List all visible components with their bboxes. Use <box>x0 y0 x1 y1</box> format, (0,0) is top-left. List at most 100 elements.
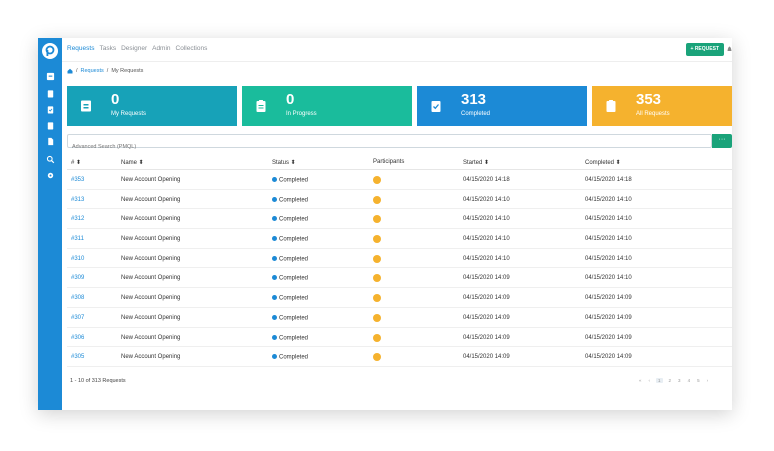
request-name: New Account Opening <box>121 196 181 203</box>
request-id-link[interactable]: #307 <box>71 315 84 321</box>
app-window: Requests Tasks Designer Admin Collection… <box>38 38 732 410</box>
col-name-header[interactable]: Name ⬍ <box>121 159 144 166</box>
status-cell: Completed <box>272 314 308 321</box>
card-count: 0 <box>111 91 120 108</box>
status-text: Completed <box>279 177 309 184</box>
pager-item[interactable]: 1 <box>656 378 663 383</box>
request-name: New Account Opening <box>121 334 181 341</box>
col-completed-header[interactable]: Completed ⬍ <box>585 159 621 166</box>
participant-avatar[interactable] <box>373 353 381 362</box>
table-row[interactable]: #353 New Account Opening Completed 04/15/20… <box>67 170 732 190</box>
card-all-requests[interactable]: 353 All Requests <box>592 86 732 126</box>
gear-icon[interactable] <box>45 170 55 180</box>
participant-avatar[interactable] <box>373 235 381 244</box>
new-request-button[interactable]: + REQUEST <box>685 43 724 56</box>
pagination: « ‹ 1 2 3 4 5 › <box>638 378 709 383</box>
nav-designer[interactable]: Designer <box>121 45 147 52</box>
home-icon[interactable] <box>67 68 73 74</box>
pager-item[interactable]: 2 <box>668 378 673 383</box>
request-id-link[interactable]: #305 <box>71 354 84 360</box>
card-count: 353 <box>636 91 662 108</box>
participant-avatar[interactable] <box>373 313 381 322</box>
request-name: New Account Opening <box>121 275 181 282</box>
clipboard-check-icon[interactable] <box>45 104 55 114</box>
top-navbar: Requests Tasks Designer Admin Collection… <box>62 38 732 62</box>
status-text: Completed <box>279 275 309 282</box>
status-cell: Completed <box>272 255 309 263</box>
pager-item[interactable]: 5 <box>696 378 701 383</box>
request-id-link[interactable]: #308 <box>71 295 84 301</box>
pager-item[interactable]: › <box>706 378 710 383</box>
nav-collections[interactable]: Collections <box>176 45 208 52</box>
status-dot-icon <box>272 255 277 261</box>
status-cell: Completed <box>272 196 308 203</box>
breadcrumb-requests-link[interactable]: Requests <box>81 68 104 74</box>
table-row[interactable]: #306 New Account Opening Completed 04/15/20… <box>67 328 732 348</box>
status-cell: Completed <box>272 354 308 361</box>
table-header: # ⬍ Name ⬍ Status ⬍ Participants Started… <box>67 154 732 170</box>
nav-requests[interactable]: Requests <box>67 45 94 52</box>
card-my-requests[interactable]: 0 My Requests <box>67 86 237 126</box>
pager-item[interactable]: « <box>638 378 643 383</box>
status-dot-icon <box>272 354 277 360</box>
table-row[interactable]: #305 New Account Opening Completed 04/15/20… <box>67 347 732 367</box>
request-name: New Account Opening <box>121 177 181 183</box>
col-started-header[interactable]: Started ⬍ <box>463 159 489 166</box>
status-dot-icon <box>272 196 277 202</box>
request-id-link[interactable]: #306 <box>71 335 84 341</box>
request-id-link[interactable]: #311 <box>71 236 84 242</box>
table-row[interactable]: #310 New Account Opening Completed 04/15/20… <box>67 249 732 269</box>
sidebar <box>38 38 62 410</box>
table-row[interactable]: #311 New Account Opening Completed 04/15/20… <box>67 229 732 249</box>
breadcrumb-separator: / <box>106 68 109 74</box>
card-in-progress[interactable]: 0 In Progress <box>242 86 412 126</box>
status-text: Completed <box>279 236 309 243</box>
nav-tasks[interactable]: Tasks <box>99 45 116 52</box>
card-completed[interactable]: 313 Completed <box>417 86 587 126</box>
col-status-header[interactable]: Status ⬍ <box>272 159 296 166</box>
clipboard-icon[interactable] <box>45 88 55 98</box>
request-id-link[interactable]: #310 <box>71 256 84 262</box>
completed-date: 04/15/2020 14:10 <box>585 196 632 203</box>
table-row[interactable]: #313 New Account Opening Completed 04/15/20… <box>67 190 732 210</box>
pager-item[interactable]: 4 <box>687 378 692 383</box>
pagination-summary: 1 - 10 of 313 Requests <box>70 378 126 384</box>
status-dot-icon <box>272 216 277 222</box>
search-options-button[interactable]: ··· <box>712 134 732 148</box>
participant-avatar[interactable] <box>373 254 381 263</box>
participant-avatar[interactable] <box>373 195 381 204</box>
participant-avatar[interactable] <box>373 176 381 184</box>
pager-item[interactable]: 3 <box>677 378 682 383</box>
table-row[interactable]: #308 New Account Opening Completed 04/15/20… <box>67 288 732 308</box>
participant-avatar[interactable] <box>373 274 381 283</box>
table-row[interactable]: #312 New Account Opening Completed 04/15/20… <box>67 209 732 230</box>
pager-item[interactable]: ‹ <box>648 378 652 383</box>
inbox-icon[interactable] <box>45 71 55 81</box>
status-cell: Completed <box>272 275 308 282</box>
processmaker-logo[interactable] <box>42 43 58 59</box>
participant-avatar[interactable] <box>373 333 381 342</box>
status-dot-icon <box>272 295 277 301</box>
card-count: 313 <box>461 91 487 108</box>
request-id-link[interactable]: #309 <box>71 275 84 281</box>
participant-avatar[interactable] <box>373 294 381 303</box>
table-row[interactable]: #309 New Account Opening Completed 04/15/20… <box>67 268 732 289</box>
completed-date: 04/15/2020 14:10 <box>585 236 632 243</box>
col-id-header[interactable]: # ⬍ <box>71 159 81 166</box>
request-id-link[interactable]: #313 <box>71 197 84 203</box>
pmql-search-input[interactable] <box>68 141 711 153</box>
participant-avatar[interactable] <box>373 215 381 224</box>
search-icon[interactable] <box>45 154 55 164</box>
completed-date: 04/15/2020 14:09 <box>585 314 632 321</box>
started-date: 04/15/2020 14:10 <box>463 196 510 203</box>
table-row[interactable]: #307 New Account Opening Completed 04/15/20… <box>67 308 732 328</box>
bell-icon[interactable] <box>727 45 732 53</box>
request-id-link[interactable]: #353 <box>71 177 84 183</box>
status-text: Completed <box>279 256 309 263</box>
status-text: Completed <box>279 335 309 341</box>
request-id-link[interactable]: #312 <box>71 216 84 222</box>
document-icon[interactable] <box>45 136 55 146</box>
started-date: 04/15/2020 14:10 <box>463 216 510 223</box>
nav-admin[interactable]: Admin <box>152 45 170 52</box>
clipboard-list-icon[interactable] <box>45 120 55 130</box>
